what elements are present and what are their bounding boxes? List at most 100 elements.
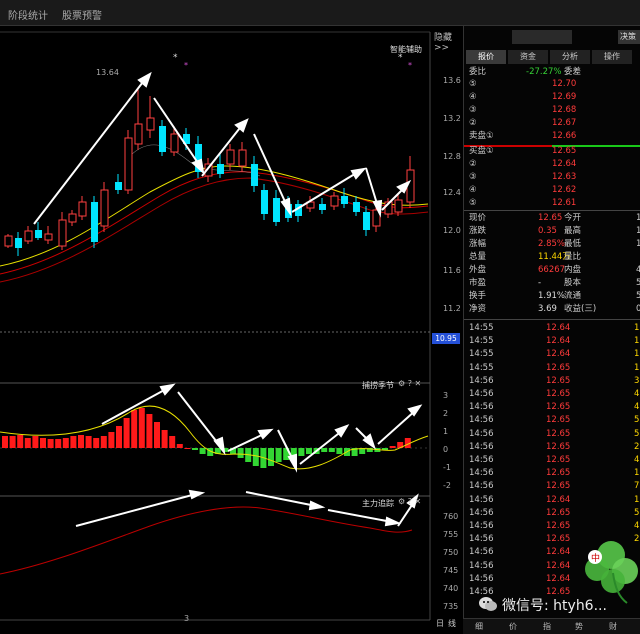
buy-level: ② bbox=[469, 159, 477, 169]
tick-time: 14:56 bbox=[469, 481, 494, 492]
svg-text:中: 中 bbox=[591, 552, 600, 564]
sell-price: 12.67 bbox=[552, 118, 577, 128]
sell-price: 12.70 bbox=[552, 79, 577, 89]
price-axis-tick: 13.2 bbox=[443, 114, 461, 123]
quote-row: 14:56 12.65 5 bbox=[464, 428, 640, 441]
quote-row: 买盘① 12.65 bbox=[464, 145, 640, 158]
tick-price: 12.64 bbox=[546, 494, 571, 505]
histogram-bar bbox=[32, 436, 39, 448]
histogram-bar bbox=[62, 438, 69, 448]
quote-row: 净资 3.69 收益(三) 0 bbox=[464, 303, 640, 316]
quote-row: 涨幅 2.85% 最低 1 bbox=[464, 238, 640, 251]
stat-value-2: 1 bbox=[636, 213, 640, 223]
tick-volume: 4 bbox=[634, 389, 640, 399]
quote-row: 14:56 12.65 4 bbox=[464, 401, 640, 414]
settings-icon[interactable]: ⚙ ? ✕ bbox=[398, 379, 421, 388]
quote-row: ④ 12.69 bbox=[464, 91, 640, 104]
tab-stage-stats[interactable]: 阶段统计 bbox=[8, 7, 48, 22]
tick-time: 14:56 bbox=[469, 375, 494, 386]
histogram-bar bbox=[154, 422, 160, 448]
quote-row: 14:56 12.65 3 bbox=[464, 375, 640, 388]
candle-body bbox=[217, 164, 224, 174]
settings-icon-2[interactable]: ⚙ ? ✕ bbox=[398, 497, 421, 506]
tick-price: 12.64 bbox=[546, 547, 571, 558]
smart-assist-label[interactable]: 智能辅助 bbox=[390, 44, 422, 55]
hide-panel-button[interactable]: 隐藏>> bbox=[434, 30, 462, 53]
tick-price: 12.65 bbox=[546, 375, 571, 386]
tick-volume: 4 bbox=[634, 521, 640, 531]
quote-row: ② 12.64 bbox=[464, 158, 640, 171]
indicator1-axis-tick: 2 bbox=[443, 409, 449, 418]
tick-volume: 4 bbox=[634, 402, 640, 413]
candle-body bbox=[124, 137, 133, 191]
sell-price: 12.66 bbox=[552, 131, 577, 141]
tab-detail[interactable]: 细 bbox=[475, 621, 483, 632]
tab-stock-alert[interactable]: 股票预警 bbox=[62, 7, 102, 22]
tab-operation[interactable]: 操作 bbox=[592, 50, 632, 64]
histogram-bar bbox=[169, 436, 176, 448]
candle-body bbox=[261, 190, 268, 214]
tab-index[interactable]: 指 bbox=[543, 621, 551, 632]
candle-body bbox=[159, 126, 166, 152]
tab-price[interactable]: 价 bbox=[509, 621, 517, 632]
tab-analysis[interactable]: 分析 bbox=[550, 50, 590, 64]
tick-price: 12.65 bbox=[546, 521, 571, 531]
stat-value-2: 1 bbox=[636, 226, 640, 236]
tick-price: 12.64 bbox=[546, 573, 571, 584]
tick-volume: 5 bbox=[634, 415, 640, 426]
histogram-bar bbox=[93, 438, 100, 448]
stat-value-2: 5. bbox=[636, 278, 640, 288]
indicator2-label[interactable]: 主力追踪 bbox=[362, 498, 394, 509]
tick-time: 14:56 bbox=[469, 560, 494, 571]
candle-body bbox=[273, 198, 280, 222]
indicator2-axis-tick: 760 bbox=[443, 512, 459, 521]
sell-price: 12.68 bbox=[552, 105, 577, 115]
quote-row: ⑤ 12.70 bbox=[464, 78, 640, 91]
tick-time: 14:56 bbox=[469, 428, 494, 439]
quote-row: ④ 12.62 bbox=[464, 184, 640, 197]
tick-time: 14:56 bbox=[469, 547, 494, 558]
indicator2-axis-tick: 740 bbox=[443, 584, 459, 593]
quote-row: 14:56 12.65 2 bbox=[464, 441, 640, 454]
indicator1-label[interactable]: 捕捞季节 bbox=[362, 380, 394, 391]
candle-body bbox=[4, 235, 13, 247]
tab-capital[interactable]: 资金 bbox=[508, 50, 548, 64]
stat-label: 换手 bbox=[469, 291, 487, 301]
histogram-bar bbox=[55, 439, 62, 448]
period-day[interactable]: 日 bbox=[436, 618, 444, 629]
tick-time: 14:56 bbox=[469, 573, 494, 584]
tab-quote[interactable]: 报价 bbox=[466, 50, 506, 64]
period-line[interactable]: 线 bbox=[448, 618, 456, 629]
quote-row: 14:55 12.64 1 bbox=[464, 348, 640, 361]
tab-finance[interactable]: 财 bbox=[609, 621, 617, 632]
quote-row: 市盈 - 股本 5. bbox=[464, 277, 640, 290]
histogram-bar bbox=[146, 414, 153, 448]
sell-level: ③ bbox=[469, 105, 477, 115]
price-axis-tick: 12.4 bbox=[443, 188, 461, 197]
tick-time: 14:56 bbox=[469, 468, 494, 479]
tick-volume: 2 bbox=[634, 441, 640, 452]
stat-value-2: 4 bbox=[636, 265, 640, 275]
tick-price: 12.65 bbox=[546, 441, 571, 452]
buy-price: 12.64 bbox=[552, 159, 577, 169]
decision-button[interactable]: 决策 bbox=[618, 30, 640, 44]
stat-label: 市盈 bbox=[469, 278, 487, 288]
candle-body bbox=[319, 204, 326, 210]
candle-body bbox=[353, 202, 360, 212]
histogram-bar bbox=[131, 410, 138, 448]
tick-volume: 1 bbox=[634, 323, 640, 333]
tick-time: 14:55 bbox=[469, 349, 494, 360]
kline-chart[interactable]: * * * * 隐藏>> 智能辅助 13.64 13.6 13.2 12.8 12.4… bbox=[0, 26, 462, 634]
tab-trend[interactable]: 势 bbox=[575, 621, 583, 632]
stat-label: 外盘 bbox=[469, 265, 487, 275]
trend-arrows bbox=[33, 71, 412, 225]
tick-time: 14:56 bbox=[469, 534, 494, 545]
quote-row: ⑤ 12.61 bbox=[464, 197, 640, 210]
quote-row: 14:55 12.64 1 bbox=[464, 335, 640, 348]
histogram-bar bbox=[24, 438, 31, 448]
histogram-bar bbox=[321, 448, 328, 452]
tick-price: 12.65 bbox=[546, 534, 571, 545]
stat-value-2: 5. bbox=[636, 291, 640, 301]
candle-body bbox=[170, 133, 179, 153]
stat-label-2: 今开 bbox=[564, 213, 582, 223]
